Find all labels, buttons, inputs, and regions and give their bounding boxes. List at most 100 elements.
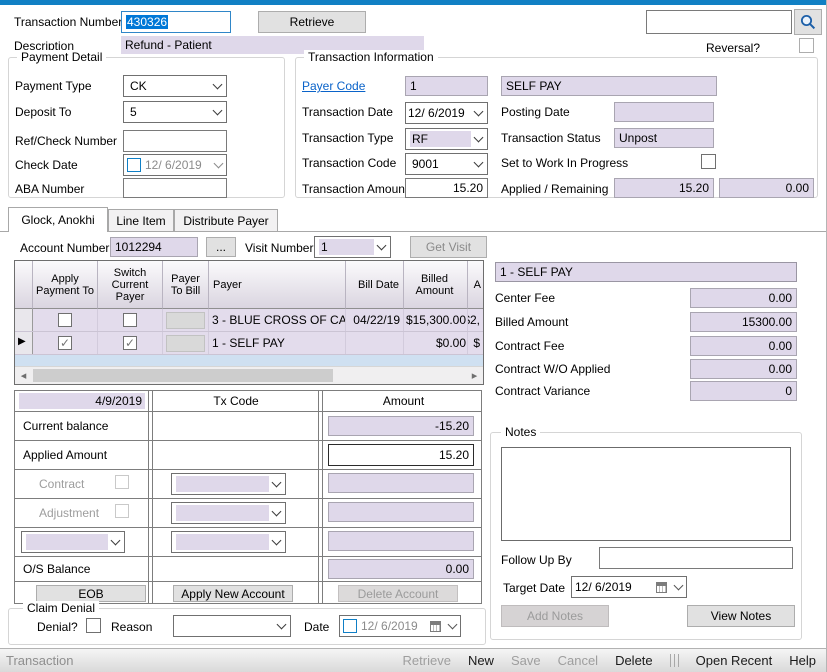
switch-payer-cell[interactable] <box>98 309 163 331</box>
billed-amount-cell[interactable]: $15,300.00 <box>404 309 468 331</box>
scroll-right-icon[interactable] <box>467 368 482 383</box>
remaining-field: 0.00 <box>719 178 814 198</box>
statusbar-new[interactable]: New <box>468 653 494 668</box>
extra-type-select[interactable] <box>21 531 125 553</box>
tab-glock-anokhi[interactable]: Glock, Anokhi <box>8 207 108 232</box>
payment-type-value: CK <box>128 78 210 94</box>
adjustment-txcode-value <box>176 505 269 521</box>
payer-table-header: Apply Payment To Switch Current Payer Pa… <box>15 261 483 309</box>
denial-date-checkbox[interactable] <box>343 619 357 633</box>
transaction-amount-input[interactable]: 15.20 <box>405 178 488 198</box>
account-number-field: 1012294 <box>110 237 198 257</box>
payer-name-field: SELF PAY <box>501 76 717 96</box>
transaction-date-select[interactable]: 12/ 6/2019 <box>405 102 488 124</box>
check-date-value: 12/ 6/2019 <box>145 158 207 172</box>
search-input[interactable] <box>646 10 792 34</box>
col-payer[interactable]: Payer <box>209 261 346 309</box>
horizontal-scrollbar[interactable] <box>15 366 483 384</box>
denial-date-value: 12/ 6/2019 <box>361 619 426 633</box>
payer-cell[interactable]: 3 - BLUE CROSS OF CA <box>209 309 346 331</box>
col-payer-to-bill[interactable]: Payer To Bill <box>163 261 209 309</box>
apply-payment-checkbox[interactable] <box>58 313 72 327</box>
follow-up-by-input[interactable] <box>599 547 793 569</box>
apply-new-account-button[interactable]: Apply New Account <box>173 585 293 602</box>
denial-reason-select[interactable] <box>173 615 291 637</box>
statusbar-save[interactable]: Save <box>511 653 541 668</box>
payer-code-link[interactable]: Payer Code <box>302 79 365 93</box>
table-row[interactable]: 1 - SELF PAY $0.00 $ <box>15 332 483 355</box>
contract-checkbox[interactable] <box>115 475 129 489</box>
col-bill-date[interactable]: Bill Date <box>346 261 404 309</box>
col-partial[interactable]: A <box>468 261 483 309</box>
applied-amount-input[interactable]: 15.20 <box>328 444 474 466</box>
adjustment-checkbox[interactable] <box>115 504 129 518</box>
payer-cell[interactable]: 1 - SELF PAY <box>209 332 346 354</box>
statusbar-help[interactable]: Help <box>789 653 816 668</box>
switch-payer-checkbox[interactable] <box>123 336 137 350</box>
switch-payer-checkbox[interactable] <box>123 313 137 327</box>
tab-line-item[interactable]: Line Item <box>108 209 174 231</box>
row-selector-current[interactable] <box>15 332 33 354</box>
notes-textarea[interactable] <box>501 447 791 541</box>
check-date-field[interactable]: 12/ 6/2019 <box>123 154 227 176</box>
apply-grid: 4/9/2019 Tx Code Amount Current balance … <box>14 390 482 604</box>
eob-button[interactable]: EOB <box>36 585 146 602</box>
scrollbar-thumb[interactable] <box>33 369 333 382</box>
deposit-to-value: 5 <box>128 104 210 120</box>
aba-number-input[interactable] <box>123 178 227 198</box>
statusbar-cancel[interactable]: Cancel <box>558 653 598 668</box>
switch-payer-cell[interactable] <box>98 332 163 354</box>
ref-check-number-input[interactable] <box>123 130 227 152</box>
transaction-number-selected-text: 430326 <box>126 15 168 29</box>
payment-detail-group: Payment Detail Payment Type CK Deposit T… <box>8 57 285 198</box>
target-date-field[interactable]: 12/ 6/2019 <box>571 576 687 598</box>
transaction-type-select[interactable]: RF <box>405 128 488 150</box>
statusbar-open-recent[interactable]: Open Recent <box>696 653 773 668</box>
wip-checkbox[interactable] <box>701 154 716 169</box>
payer-to-bill-cell[interactable] <box>163 332 209 354</box>
apply-payment-checkbox[interactable] <box>58 336 72 350</box>
denial-date-field[interactable]: 12/ 6/2019 <box>339 615 461 637</box>
apply-payment-cell[interactable] <box>33 309 98 331</box>
retrieve-button[interactable]: Retrieve <box>258 11 366 33</box>
calendar-icon <box>430 621 441 632</box>
reversal-checkbox[interactable] <box>799 38 814 53</box>
scroll-left-icon[interactable] <box>16 368 31 383</box>
payment-type-select[interactable]: CK <box>123 75 227 97</box>
col-apply-payment-to[interactable]: Apply Payment To <box>33 261 98 309</box>
add-notes-button[interactable]: Add Notes <box>501 605 609 627</box>
deposit-to-select[interactable]: 5 <box>123 101 227 123</box>
bill-date-cell[interactable]: 04/22/19 <box>346 309 404 331</box>
view-notes-button[interactable]: View Notes <box>687 605 795 627</box>
bill-date-cell[interactable] <box>346 332 404 354</box>
row-selector[interactable] <box>15 309 33 331</box>
denial-checkbox[interactable] <box>86 618 101 633</box>
delete-account-button[interactable]: Delete Account <box>338 585 458 602</box>
get-visit-button[interactable]: Get Visit <box>410 236 487 258</box>
adjustment-txcode-select[interactable] <box>171 502 286 524</box>
payment-detail-title: Payment Detail <box>17 50 106 64</box>
tab-distribute-payer[interactable]: Distribute Payer <box>174 209 278 231</box>
statusbar-retrieve[interactable]: Retrieve <box>403 653 451 668</box>
col-switch-current-payer[interactable]: Switch Current Payer <box>98 261 163 309</box>
statusbar-delete[interactable]: Delete <box>615 653 653 668</box>
payer-to-bill-cell[interactable] <box>163 309 209 331</box>
contract-txcode-select[interactable] <box>171 473 286 495</box>
partial-cell[interactable]: $2, <box>468 309 483 331</box>
extra-type-value <box>26 534 108 550</box>
transaction-code-select[interactable]: 9001 <box>405 153 488 175</box>
account-browse-button[interactable]: ... <box>206 237 236 257</box>
apply-payment-cell[interactable] <box>33 332 98 354</box>
col-billed-amount[interactable]: Billed Amount <box>404 261 468 309</box>
transaction-number-input[interactable]: 430326 <box>121 11 231 33</box>
extra-txcode-select[interactable] <box>171 531 286 553</box>
payer-to-bill-box <box>166 312 205 329</box>
wip-label: Set to Work In Progress <box>501 156 628 170</box>
table-row[interactable]: 3 - BLUE CROSS OF CA 04/22/19 $15,300.00… <box>15 309 483 332</box>
adjustment-amount-field <box>328 502 474 522</box>
visit-number-select[interactable]: 1 <box>314 236 391 258</box>
partial-cell[interactable]: $ <box>468 332 483 354</box>
check-date-checkbox[interactable] <box>127 158 141 172</box>
search-button[interactable] <box>794 9 822 35</box>
billed-amount-cell[interactable]: $0.00 <box>404 332 468 354</box>
